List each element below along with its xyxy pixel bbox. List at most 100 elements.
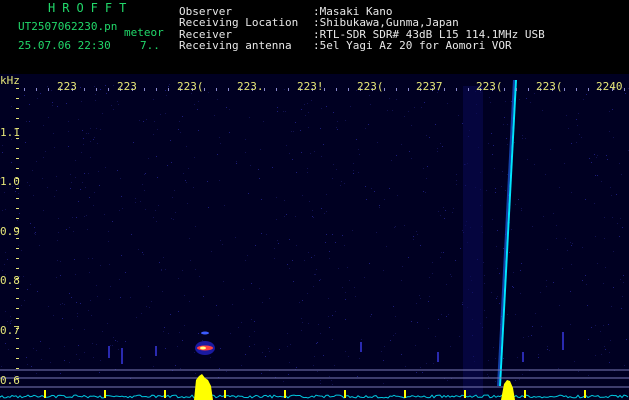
x-tick-mark — [516, 88, 517, 91]
noise-speck — [492, 219, 493, 220]
noise-speck — [320, 279, 321, 280]
noise-speck — [160, 114, 161, 115]
noise-speck — [507, 124, 508, 125]
x-tick-label: 223( — [536, 80, 563, 93]
noise-speck — [609, 362, 610, 363]
noise-speck — [90, 157, 91, 158]
noise-speck — [429, 137, 430, 138]
noise-speck — [96, 285, 97, 286]
noise-speck — [102, 113, 103, 114]
noise-speck — [497, 296, 498, 297]
noise-speck — [507, 314, 508, 315]
noise-speck — [571, 143, 572, 144]
noise-speck — [491, 133, 492, 134]
noise-speck — [157, 129, 158, 130]
noise-speck — [261, 199, 262, 200]
noise-speck — [178, 311, 179, 312]
noise-speck — [260, 149, 261, 150]
noise-speck — [390, 340, 391, 341]
noise-speck — [423, 191, 424, 192]
noise-speck — [121, 255, 122, 256]
noise-speck — [229, 109, 230, 110]
y-tick-mark — [16, 248, 19, 249]
noise-speck — [214, 115, 215, 116]
noise-speck — [452, 212, 453, 213]
noise-speck — [505, 101, 506, 102]
noise-speck — [35, 234, 36, 235]
x-tick-label: 223. — [237, 80, 264, 93]
noise-speck — [111, 105, 112, 106]
noise-speck — [36, 350, 37, 351]
noise-speck — [420, 367, 421, 368]
noise-speck — [366, 199, 367, 200]
noise-speck — [82, 182, 83, 183]
noise-speck — [277, 111, 278, 112]
noise-speck — [571, 264, 572, 265]
x-tick-mark — [576, 88, 577, 91]
noise-speck — [559, 305, 560, 306]
noise-speck — [83, 144, 84, 145]
noise-speck — [309, 201, 310, 202]
x-tick-label: 223( — [357, 80, 384, 93]
noise-speck — [60, 304, 61, 305]
app-title: HROFFT — [48, 1, 134, 15]
noise-speck — [317, 371, 318, 372]
noise-speck — [57, 240, 58, 241]
noise-speck — [120, 178, 121, 179]
noise-speck — [515, 380, 516, 381]
noise-speck — [416, 303, 417, 304]
noise-speck — [356, 139, 357, 140]
noise-speck — [429, 277, 430, 278]
noise-speck — [105, 167, 106, 168]
noise-speck — [86, 215, 87, 216]
noise-speck — [88, 310, 89, 311]
x-tick-mark — [24, 88, 25, 91]
noise-speck — [290, 344, 291, 345]
noise-speck — [493, 347, 494, 348]
noise-speck — [531, 335, 532, 336]
noise-speck — [175, 365, 176, 366]
noise-speck — [182, 340, 183, 341]
noise-speck — [53, 133, 54, 134]
noise-speck — [392, 110, 393, 111]
noise-speck — [29, 104, 30, 105]
noise-speck — [277, 107, 278, 108]
noise-speck — [307, 168, 308, 169]
noise-speck — [198, 101, 199, 102]
noise-speck — [622, 296, 623, 297]
noise-speck — [262, 352, 263, 353]
noise-speck — [125, 272, 126, 273]
noise-speck — [338, 268, 339, 269]
noise-speck — [274, 258, 275, 259]
noise-speck — [84, 216, 85, 217]
noise-speck — [427, 166, 428, 167]
noise-speck — [251, 283, 252, 284]
noise-speck — [188, 168, 189, 169]
noise-speck — [198, 130, 199, 131]
noise-speck — [564, 163, 565, 164]
noise-speck — [62, 318, 63, 319]
noise-speck — [174, 190, 175, 191]
y-tick-mark — [16, 118, 19, 119]
noise-speck — [369, 263, 370, 264]
noise-speck — [623, 282, 624, 283]
noise-speck — [609, 111, 610, 112]
y-tick-mark — [16, 338, 19, 339]
noise-speck — [136, 317, 137, 318]
x-tick-mark — [228, 88, 229, 91]
noise-speck — [437, 148, 438, 149]
noise-speck — [443, 207, 444, 208]
noise-speck — [402, 266, 403, 267]
noise-speck — [600, 331, 601, 332]
noise-speck — [326, 194, 327, 195]
noise-speck — [570, 324, 571, 325]
noise-speck — [70, 188, 71, 189]
noise-speck — [153, 134, 154, 135]
noise-speck — [165, 269, 166, 270]
noise-speck — [534, 164, 535, 165]
noise-speck — [417, 234, 418, 235]
noise-speck — [415, 345, 416, 346]
noise-speck — [316, 269, 317, 270]
noise-speck — [195, 226, 196, 227]
x-tick-mark — [204, 88, 205, 91]
